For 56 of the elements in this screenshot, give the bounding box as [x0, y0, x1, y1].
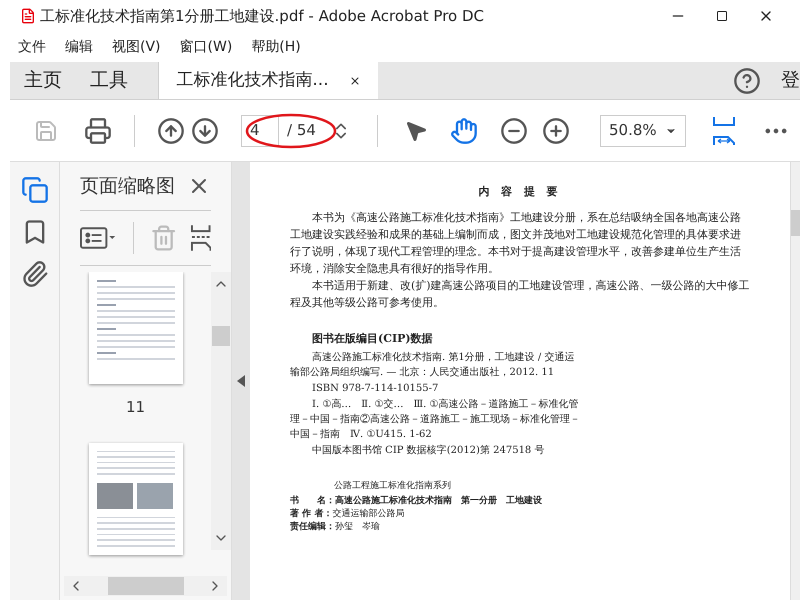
scroll-thumb[interactable] [791, 210, 800, 236]
scroll-thumb[interactable] [108, 577, 184, 595]
close-tab-icon[interactable] [348, 74, 361, 86]
panel-title: 页面缩略图 [80, 174, 175, 199]
cip-title: 图书在版编目(CIP)数据 [312, 330, 434, 346]
page-number-field[interactable]: 4 [241, 114, 279, 146]
credit-label: 书 名： [290, 494, 335, 508]
menu-item[interactable]: 文件 [18, 36, 46, 58]
thumbnail-options-icon[interactable] [80, 227, 118, 249]
nav-tab[interactable]: 工具 [76, 62, 142, 99]
next-page-icon[interactable] [191, 116, 219, 144]
cip-entry: 中国版本图书馆 CIP 数据核字(2012)第 247518 号 [311, 444, 546, 458]
menu-item[interactable]: 视图(V) [112, 36, 161, 58]
credit-value: 交通运输部公路局 [332, 508, 404, 520]
credit-label: 责任编辑： [290, 520, 335, 534]
zoom-out-icon[interactable] [500, 116, 528, 144]
credit-label: 著 作 者： [290, 508, 332, 520]
photo-placeholder [136, 482, 172, 509]
maximize-icon[interactable] [716, 10, 728, 22]
horizontal-scrollbar[interactable] [64, 576, 227, 596]
credit-value: 高速公路施工标准化技术指南 第一分册 工地建设 [335, 494, 542, 508]
sign-in-text[interactable]: 登 [781, 66, 800, 95]
photo-placeholder [96, 482, 132, 509]
zoom-dropdown[interactable]: 50.8% [600, 114, 686, 146]
vertical-scrollbar[interactable] [211, 272, 231, 550]
menu-item[interactable]: 编辑 [65, 36, 93, 58]
menu-item[interactable]: 帮助(H) [251, 36, 301, 58]
print-icon[interactable] [84, 116, 112, 144]
cip-entry: Ⅰ. ①高… Ⅱ. ①交… Ⅲ. ①高速公路－道路施工－标准化管理－中国－指南②高速公路－道路施工－施工现场－标准化管理－中国－指南 Ⅳ. ①U415. 1-62 [290, 398, 580, 442]
menu-item[interactable]: 窗口(W) [180, 36, 232, 58]
scroll-thumb[interactable] [212, 326, 230, 346]
page-thumbnail[interactable] [88, 442, 182, 554]
cip-entry: 高速公路施工标准化技术指南. 第1分册，工地建设 / 交通运输部公路局组织编写. — 北京：人民交通出版社，2012. 11 [290, 350, 576, 380]
page-thumbnail[interactable] [88, 272, 182, 384]
body-paragraph: 本书为《高速公路施工标准化技术指南》工地建设分册，系在总结吸纳全国各地高速公路工地建设实践经验和成果的基础上编制而成，图文并茂地对工地建设规范化管理的具体要求进行了说明，体现了现代工程管理的理念。本书对于提高建设管理水平，改善参建单位生产生活环境，消除安全隐患具有很好的指导作用。 [290, 210, 742, 276]
body-paragraph: 本书适用于新建、改(扩)建高速公路项目的工地建设管理，高速公路、一级公路的大中修工程及其他等级公路可参考使用。 [290, 278, 750, 310]
pages-icon[interactable] [20, 176, 48, 204]
previous-page-icon[interactable] [157, 116, 185, 144]
fit-page-icon[interactable] [712, 114, 736, 146]
help-icon[interactable] [733, 66, 761, 94]
document-tab[interactable]: 工标准化技术指南... [158, 62, 378, 99]
series-title: 公路工程施工标准化指南系列 [334, 480, 452, 493]
document-scrollbar[interactable] [790, 162, 800, 600]
pdf-file-icon [20, 8, 36, 24]
cip-entry: ISBN 978-7-114-10155-7 [311, 382, 440, 396]
nav-tab[interactable]: 主页 [10, 62, 76, 99]
page-count: / 54 [287, 120, 317, 142]
page-number: 11 [126, 397, 146, 418]
credit-value: 孙玺 岑瑜 [335, 520, 380, 534]
page-heading: 内 容 提 要 [477, 184, 563, 200]
insert-page-icon[interactable] [190, 224, 211, 252]
attachment-icon[interactable] [20, 260, 48, 288]
hand-tool-icon[interactable] [450, 116, 478, 144]
zoom-in-icon[interactable] [542, 116, 570, 144]
expand-panel-icon[interactable] [237, 375, 245, 387]
window-title: 工标准化技术指南第1分册工地建设.pdf - Adobe Acrobat Pro DC [40, 6, 484, 27]
